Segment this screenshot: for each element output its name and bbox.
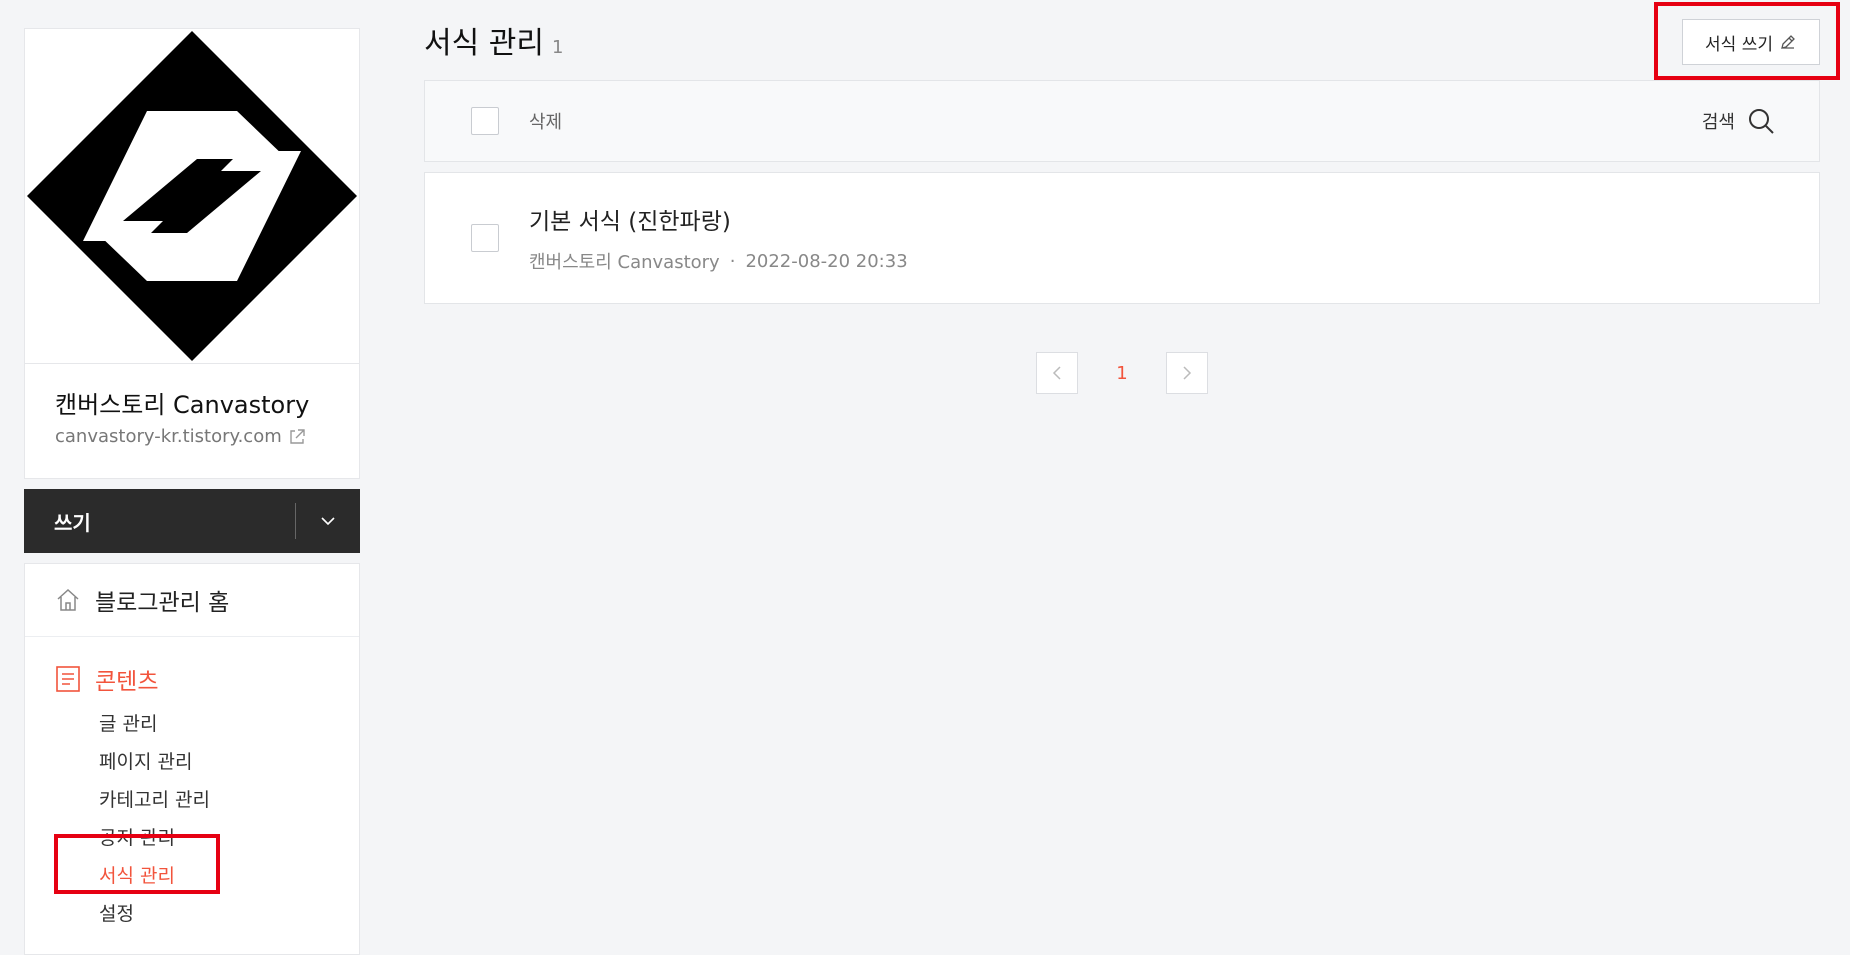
page-title-group: 서식 관리 1	[424, 18, 563, 62]
list-toolbar: 삭제 검색	[424, 80, 1820, 162]
pagination: 1	[424, 352, 1820, 394]
page-number-current[interactable]: 1	[1102, 363, 1142, 384]
blog-url-link[interactable]: canvastory-kr.tistory.com	[55, 426, 329, 447]
item-meta: 캔버스토리 Canvastory · 2022-08-20 20:33	[529, 248, 908, 274]
search-icon	[1749, 109, 1774, 134]
main-content: 서식 관리1 서식 쓰기 삭제 검색 기본 서식 (진한파랑) 캔버스토리 C	[424, 0, 1820, 394]
blog-url[interactable]: canvastory-kr.tistory.com	[55, 426, 282, 447]
next-page-button[interactable]	[1166, 352, 1208, 394]
nav-section-label: 콘텐츠	[95, 669, 159, 695]
home-icon	[57, 588, 79, 611]
page-title: 서식 관리	[424, 26, 544, 61]
item-checkbox[interactable]	[471, 224, 499, 252]
nav-home-label: 블로그관리 홈	[95, 590, 230, 616]
chevron-left-icon	[1052, 366, 1061, 380]
nav-item-categories[interactable]: 카테고리 관리	[99, 781, 329, 819]
delete-button[interactable]: 삭제	[529, 108, 1702, 134]
nav-home[interactable]: 블로그관리 홈	[25, 564, 359, 637]
blog-profile-card: 캔버스토리 Canvastory canvastory-kr.tistory.c…	[24, 28, 360, 479]
document-icon	[56, 666, 80, 692]
blog-logo[interactable]	[25, 29, 359, 364]
nav-sub-list: 글 관리 페이지 관리 카테고리 관리 공지 관리 서식 관리 설정	[55, 705, 329, 933]
prev-page-button[interactable]	[1036, 352, 1078, 394]
chevron-down-icon	[321, 517, 335, 526]
write-button[interactable]: 쓰기	[24, 507, 295, 536]
write-dropdown-button[interactable]	[296, 489, 360, 553]
write-bar: 쓰기	[24, 489, 360, 553]
item-date: 2022-08-20 20:33	[745, 250, 908, 272]
nav-item-templates[interactable]: 서식 관리	[99, 857, 329, 895]
new-template-button[interactable]: 서식 쓰기	[1682, 19, 1820, 65]
nav-item-notices[interactable]: 공지 관리	[99, 819, 329, 857]
select-all-checkbox[interactable]	[471, 107, 499, 135]
external-link-icon	[290, 428, 305, 444]
item-title[interactable]: 기본 서식 (진한파랑)	[529, 202, 908, 236]
template-list: 기본 서식 (진한파랑) 캔버스토리 Canvastory · 2022-08-…	[424, 172, 1820, 304]
blog-info: 캔버스토리 Canvastory canvastory-kr.tistory.c…	[25, 364, 359, 478]
canvastory-logo-icon	[27, 31, 357, 361]
item-count: 1	[551, 37, 564, 58]
item-author: 캔버스토리 Canvastory	[529, 252, 720, 273]
item-body: 기본 서식 (진한파랑) 캔버스토리 Canvastory · 2022-08-…	[529, 202, 908, 274]
list-item: 기본 서식 (진한파랑) 캔버스토리 Canvastory · 2022-08-…	[425, 173, 1819, 303]
nav-item-pages[interactable]: 페이지 관리	[99, 743, 329, 781]
pencil-icon	[1781, 35, 1795, 49]
new-template-label: 서식 쓰기	[1705, 34, 1773, 55]
meta-separator: ·	[729, 250, 736, 272]
chevron-right-icon	[1183, 366, 1192, 380]
nav-section-title[interactable]: 콘텐츠	[55, 659, 329, 699]
nav-section-contents: 콘텐츠 글 관리 페이지 관리 카테고리 관리 공지 관리 서식 관리 설정	[25, 637, 359, 933]
sidebar: 캔버스토리 Canvastory canvastory-kr.tistory.c…	[24, 28, 360, 955]
search-label: 검색	[1701, 112, 1735, 133]
admin-nav: 블로그관리 홈 콘텐츠 글 관리 페이지 관리 카테고리 관리 공지 관리 서식…	[24, 563, 360, 955]
nav-item-posts[interactable]: 글 관리	[99, 705, 329, 743]
search-button[interactable]: 검색	[1702, 107, 1775, 135]
blog-name: 캔버스토리 Canvastory	[55, 391, 310, 419]
nav-item-settings[interactable]: 설정	[99, 895, 329, 933]
page-header: 서식 관리 1 서식 쓰기	[424, 0, 1820, 80]
